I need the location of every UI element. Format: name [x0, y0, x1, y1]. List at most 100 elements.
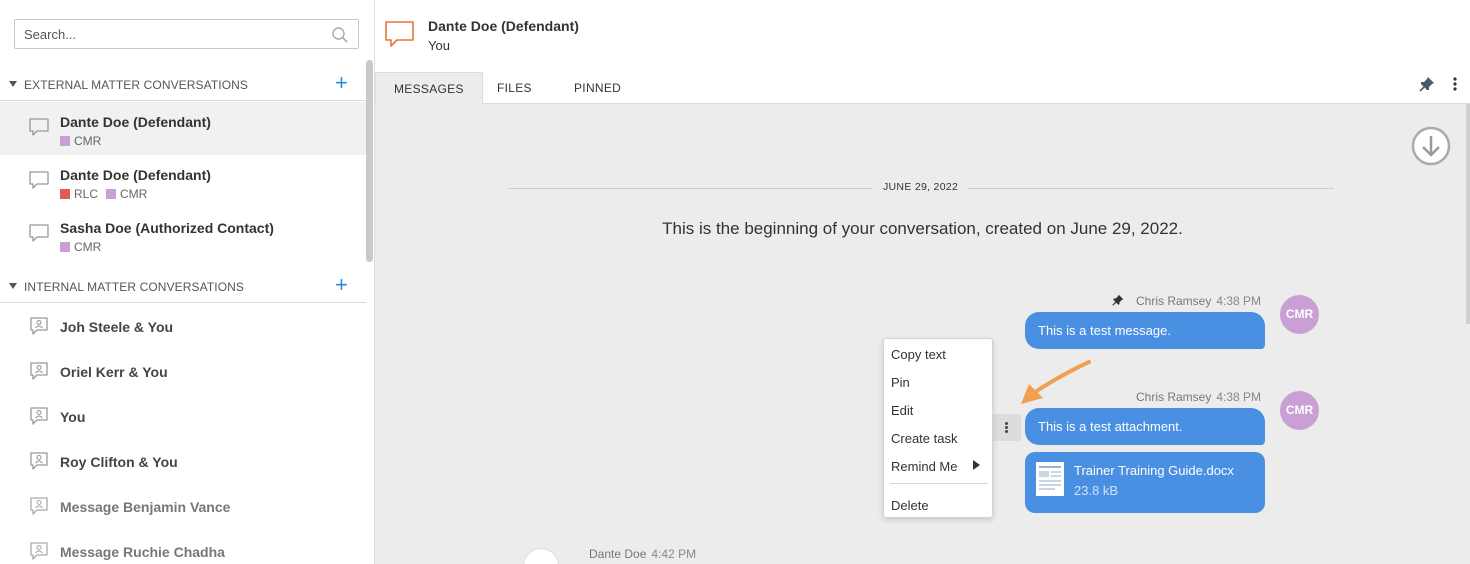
more-options-icon[interactable] [1451, 76, 1459, 92]
message-meta: Chris Ramsey 4:38 PM [1136, 294, 1261, 308]
search-icon[interactable] [331, 26, 349, 44]
add-internal-conversation-button[interactable]: + [335, 273, 348, 297]
conversation-tabs: MESSAGES FILES PINNED [375, 72, 1470, 104]
chat-bubble-icon [29, 224, 49, 242]
tag-swatch [60, 189, 70, 199]
conversation-tags: CMR [60, 134, 101, 148]
internal-conversation-item[interactable]: Joh Steele & You [0, 304, 366, 349]
add-external-conversation-button[interactable]: + [335, 71, 348, 95]
message-text: This is a test message. [1038, 323, 1171, 338]
external-conversations-header: EXTERNAL MATTER CONVERSATIONS + [0, 67, 366, 101]
person-chat-icon [30, 452, 48, 470]
conversation-name: Message Ruchie Chadha [60, 544, 225, 560]
avatar[interactable]: CMR [1280, 295, 1319, 334]
chat-bubble-icon [29, 171, 49, 189]
avatar[interactable]: CMR [1280, 391, 1319, 430]
sidebar-scrollbar[interactable] [366, 60, 373, 262]
conversation-name: Message Benjamin Vance [60, 499, 231, 515]
conversation-tags: RLC CMR [60, 187, 147, 201]
message-bubble[interactable]: This is a test attachment. [1025, 408, 1265, 445]
submenu-arrow-icon [973, 460, 980, 470]
tag-swatch [60, 242, 70, 252]
message-time: 4:42 PM [651, 547, 697, 561]
file-size: 23.8 kB [1074, 483, 1119, 498]
tag-label: CMR [74, 134, 102, 148]
tag-label: CMR [74, 240, 102, 254]
scroll-to-bottom-icon[interactable] [1411, 126, 1451, 166]
menu-item-copy-text[interactable]: Copy text [891, 347, 946, 362]
conversation-sidebar: EXTERNAL MATTER CONVERSATIONS + Dante Do… [0, 0, 375, 564]
conversation-start-text: This is the beginning of your conversati… [662, 219, 1183, 238]
messages-scrollbar[interactable] [1466, 104, 1470, 324]
menu-item-create-task[interactable]: Create task [891, 431, 957, 446]
internal-conversation-item[interactable]: Message Ruchie Chadha [0, 529, 366, 564]
search-box [14, 19, 359, 49]
conversation-item[interactable]: Dante Doe (Defendant) RLC CMR [0, 155, 366, 208]
tag: CMR [60, 134, 101, 148]
conversation-participants: You [428, 38, 450, 53]
conversation-name: Oriel Kerr & You [60, 364, 168, 380]
tab-pinned[interactable]: PINNED [556, 72, 639, 104]
tag-label: RLC [74, 187, 99, 201]
message-meta: Dante Doe 4:42 PM [589, 547, 696, 561]
person-chat-icon [30, 317, 48, 335]
conversation-tags: CMR [60, 240, 101, 254]
person-chat-icon [30, 542, 48, 560]
menu-item-pin[interactable]: Pin [891, 375, 910, 390]
section-title: INTERNAL MATTER CONVERSATIONS [24, 280, 245, 294]
conversation-name: Sasha Doe (Authorized Contact) [60, 220, 274, 236]
pin-icon[interactable] [1419, 76, 1435, 92]
internal-conversation-item[interactable]: Oriel Kerr & You [0, 349, 366, 394]
message-author: Dante Doe [589, 547, 647, 561]
menu-item-edit[interactable]: Edit [891, 403, 913, 418]
message-time: 4:38 PM [1216, 294, 1262, 308]
conversation-item[interactable]: Sasha Doe (Authorized Contact) CMR [0, 208, 366, 261]
person-chat-icon [30, 407, 48, 425]
person-chat-icon [30, 362, 48, 380]
collapse-caret-icon[interactable] [9, 81, 17, 87]
internal-conversations-header: INTERNAL MATTER CONVERSATIONS + [0, 269, 366, 303]
conversation-name: Roy Clifton & You [60, 454, 178, 470]
menu-divider [890, 483, 988, 484]
internal-conversation-item[interactable]: Roy Clifton & You [0, 439, 366, 484]
conversation-title: Dante Doe (Defendant) [428, 18, 579, 34]
tab-files[interactable]: FILES [479, 72, 550, 104]
tag: CMR [106, 187, 147, 201]
conversation-name: Dante Doe (Defendant) [60, 167, 211, 183]
message-author: Chris Ramsey [1136, 390, 1212, 404]
chat-bubble-icon [385, 21, 414, 47]
message-bubble[interactable]: This is a test message. [1025, 312, 1265, 349]
internal-conversation-item[interactable]: Message Benjamin Vance [0, 484, 366, 529]
conversation-name: Dante Doe (Defendant) [60, 114, 211, 130]
message-time: 4:38 PM [1216, 390, 1262, 404]
conversation-item[interactable]: Dante Doe (Defendant) CMR [0, 102, 366, 155]
tag-swatch [106, 189, 117, 199]
conversation-name: Joh Steele & You [60, 319, 174, 335]
tag-label: CMR [120, 187, 148, 201]
menu-item-remind-me[interactable]: Remind Me [891, 459, 957, 474]
file-name: Trainer Training Guide.docx [1074, 463, 1234, 478]
tag-swatch [60, 136, 70, 146]
document-thumbnail-icon [1036, 462, 1064, 496]
person-chat-icon [30, 497, 48, 515]
pinned-icon [1112, 294, 1124, 306]
tag: RLC [60, 187, 98, 201]
tag: CMR [60, 240, 101, 254]
tab-messages[interactable]: MESSAGES [375, 72, 483, 104]
messages-pane: JUNE 29, 2022 This is the beginning of y… [375, 104, 1470, 564]
chat-bubble-icon [29, 118, 49, 136]
search-input[interactable] [15, 20, 315, 48]
file-attachment[interactable]: Trainer Training Guide.docx 23.8 kB [1025, 452, 1265, 513]
internal-conversation-item[interactable]: You [0, 394, 366, 439]
section-title: EXTERNAL MATTER CONVERSATIONS [24, 78, 249, 92]
collapse-caret-icon[interactable] [9, 283, 17, 289]
message-text: This is a test attachment. [1038, 419, 1183, 434]
date-label: JUNE 29, 2022 [873, 181, 969, 193]
message-options-button[interactable] [993, 414, 1021, 441]
message-author: Chris Ramsey [1136, 294, 1212, 308]
message-context-menu: Copy text Pin Edit Create task Remind Me… [883, 338, 993, 518]
conversation-main: Dante Doe (Defendant) You MESSAGES FILES… [375, 0, 1470, 564]
menu-item-delete[interactable]: Delete [891, 498, 929, 513]
avatar[interactable] [523, 548, 559, 564]
message-meta: Chris Ramsey 4:38 PM [1136, 390, 1261, 404]
